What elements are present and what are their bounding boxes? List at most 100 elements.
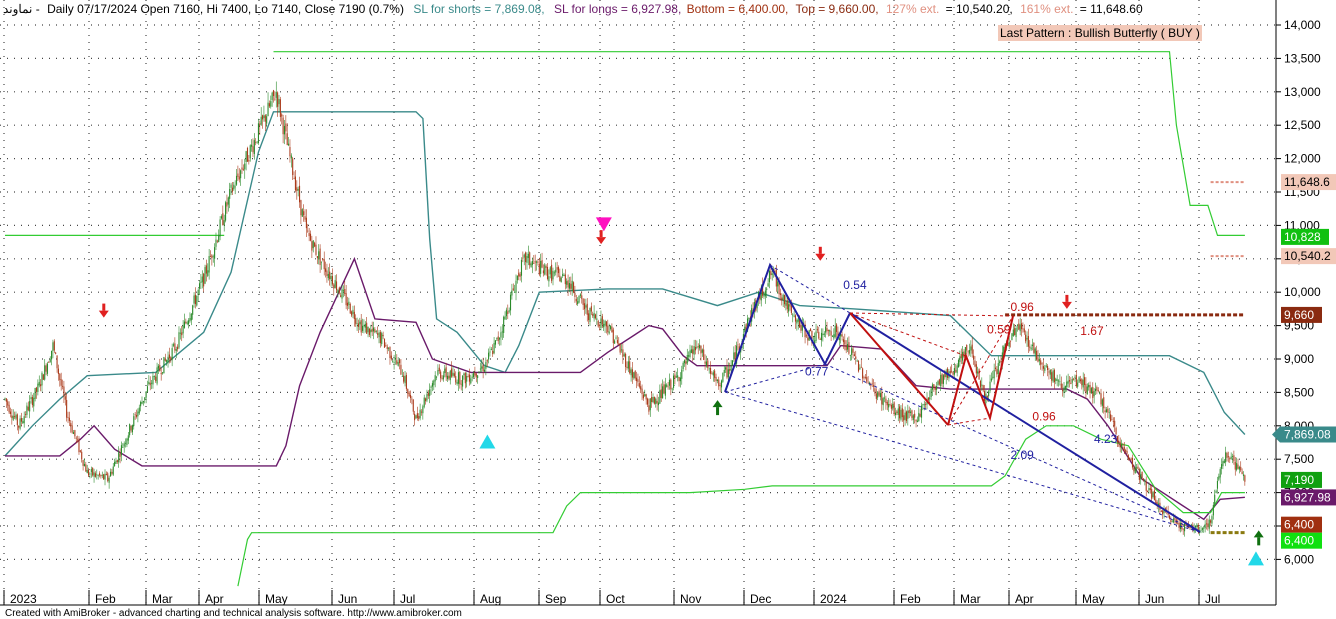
candle-body (631, 369, 634, 378)
candle-body (108, 477, 110, 483)
x-tick-label: Feb (900, 592, 921, 606)
candle-body (38, 381, 40, 386)
candle-body (255, 141, 257, 143)
x-tick-label: Jun (338, 592, 357, 606)
candle-body (289, 147, 291, 157)
candle-body (1033, 342, 1035, 353)
candle-body (83, 463, 86, 467)
candle-body (956, 365, 958, 373)
candle-body (240, 170, 242, 179)
candle-body (494, 340, 497, 345)
candle-body (1210, 520, 1212, 523)
candle-body (235, 175, 238, 185)
candle-body (222, 213, 224, 225)
ratio-label: 2.09 (1010, 448, 1034, 462)
candle-body (1225, 452, 1227, 463)
candle-body (830, 331, 832, 336)
candle-body (334, 280, 336, 288)
candle-body (940, 374, 942, 387)
candle-body (781, 297, 783, 301)
y-tick-label: 12,000 (1284, 152, 1321, 166)
candle-body (971, 344, 973, 354)
candle-body (1223, 460, 1225, 464)
candle-body (198, 283, 201, 289)
candle-body (403, 375, 405, 382)
candle-body (644, 394, 646, 397)
candle-body (260, 116, 262, 125)
candle-body (1119, 441, 1121, 448)
candle-body (874, 388, 876, 394)
candle-body (822, 333, 824, 336)
candle-body (696, 346, 698, 348)
candle-body (1073, 378, 1075, 380)
candle-body (182, 325, 184, 334)
candle-body (936, 386, 938, 390)
candle-body (894, 412, 897, 415)
price-label: 7,869.08 (1284, 428, 1331, 442)
candle-body (15, 414, 17, 419)
candle-body (651, 396, 653, 403)
candle-body (856, 360, 858, 362)
candle-body (1088, 384, 1090, 388)
candle-body (1029, 346, 1031, 348)
candle-body (722, 372, 724, 382)
candle-body (127, 435, 129, 441)
candle-body (1000, 360, 1002, 363)
candle-body (511, 290, 513, 296)
candle-body (356, 323, 358, 325)
x-tick-label: Jul (1205, 592, 1220, 606)
candle-body (1227, 456, 1229, 458)
candle-body (49, 359, 51, 362)
candle-body (571, 280, 573, 292)
candle-body (366, 322, 368, 334)
candle-body (509, 294, 512, 311)
candle-body (312, 240, 314, 249)
candle-body (1071, 379, 1073, 383)
candle-body (409, 394, 412, 399)
candle-body (337, 290, 339, 294)
candle-body (479, 368, 481, 370)
candle-body (716, 379, 718, 382)
candle-body (319, 248, 321, 266)
candle-body (1008, 342, 1010, 347)
candle-body (78, 438, 80, 453)
candle-body (281, 114, 283, 117)
candle-body (1018, 323, 1020, 330)
candle-body (981, 384, 983, 386)
candle-body (627, 361, 629, 369)
candle-body (1126, 450, 1128, 454)
candle-body (88, 469, 90, 476)
candle-body (1060, 383, 1062, 389)
candle-body (426, 394, 428, 401)
candle-body (1012, 329, 1014, 336)
candle-body (242, 168, 244, 170)
candle-body (1242, 474, 1245, 476)
candle-body (503, 316, 505, 333)
symbol-name: نماوند - (3, 2, 40, 16)
candle-body (546, 266, 549, 279)
candle-body (700, 345, 702, 354)
candle-body (1215, 490, 1217, 494)
candle-body (190, 313, 192, 321)
candle-body (166, 360, 168, 363)
candle-body (575, 298, 577, 302)
candle-body (518, 272, 520, 277)
candle-body (668, 379, 670, 386)
candle-body (655, 398, 657, 404)
candle-body (371, 328, 373, 332)
candle-body (168, 354, 170, 359)
y-tick-label: 7,500 (1284, 452, 1314, 466)
candle-body (163, 357, 165, 374)
candle-body (933, 384, 935, 388)
x-tick-label: Jul (400, 592, 415, 606)
candle-body (892, 403, 894, 409)
candle-body (234, 186, 236, 188)
candle-body (882, 398, 884, 406)
candle-body (30, 397, 32, 400)
candle-body (1023, 328, 1025, 333)
candle-body (374, 329, 376, 333)
candle-body (768, 270, 771, 283)
ohlc-text: Daily 07/17/2024 Open 7160, Hi 7400, Lo … (47, 2, 404, 16)
candle-body (471, 376, 473, 378)
candle-body (1019, 324, 1021, 332)
